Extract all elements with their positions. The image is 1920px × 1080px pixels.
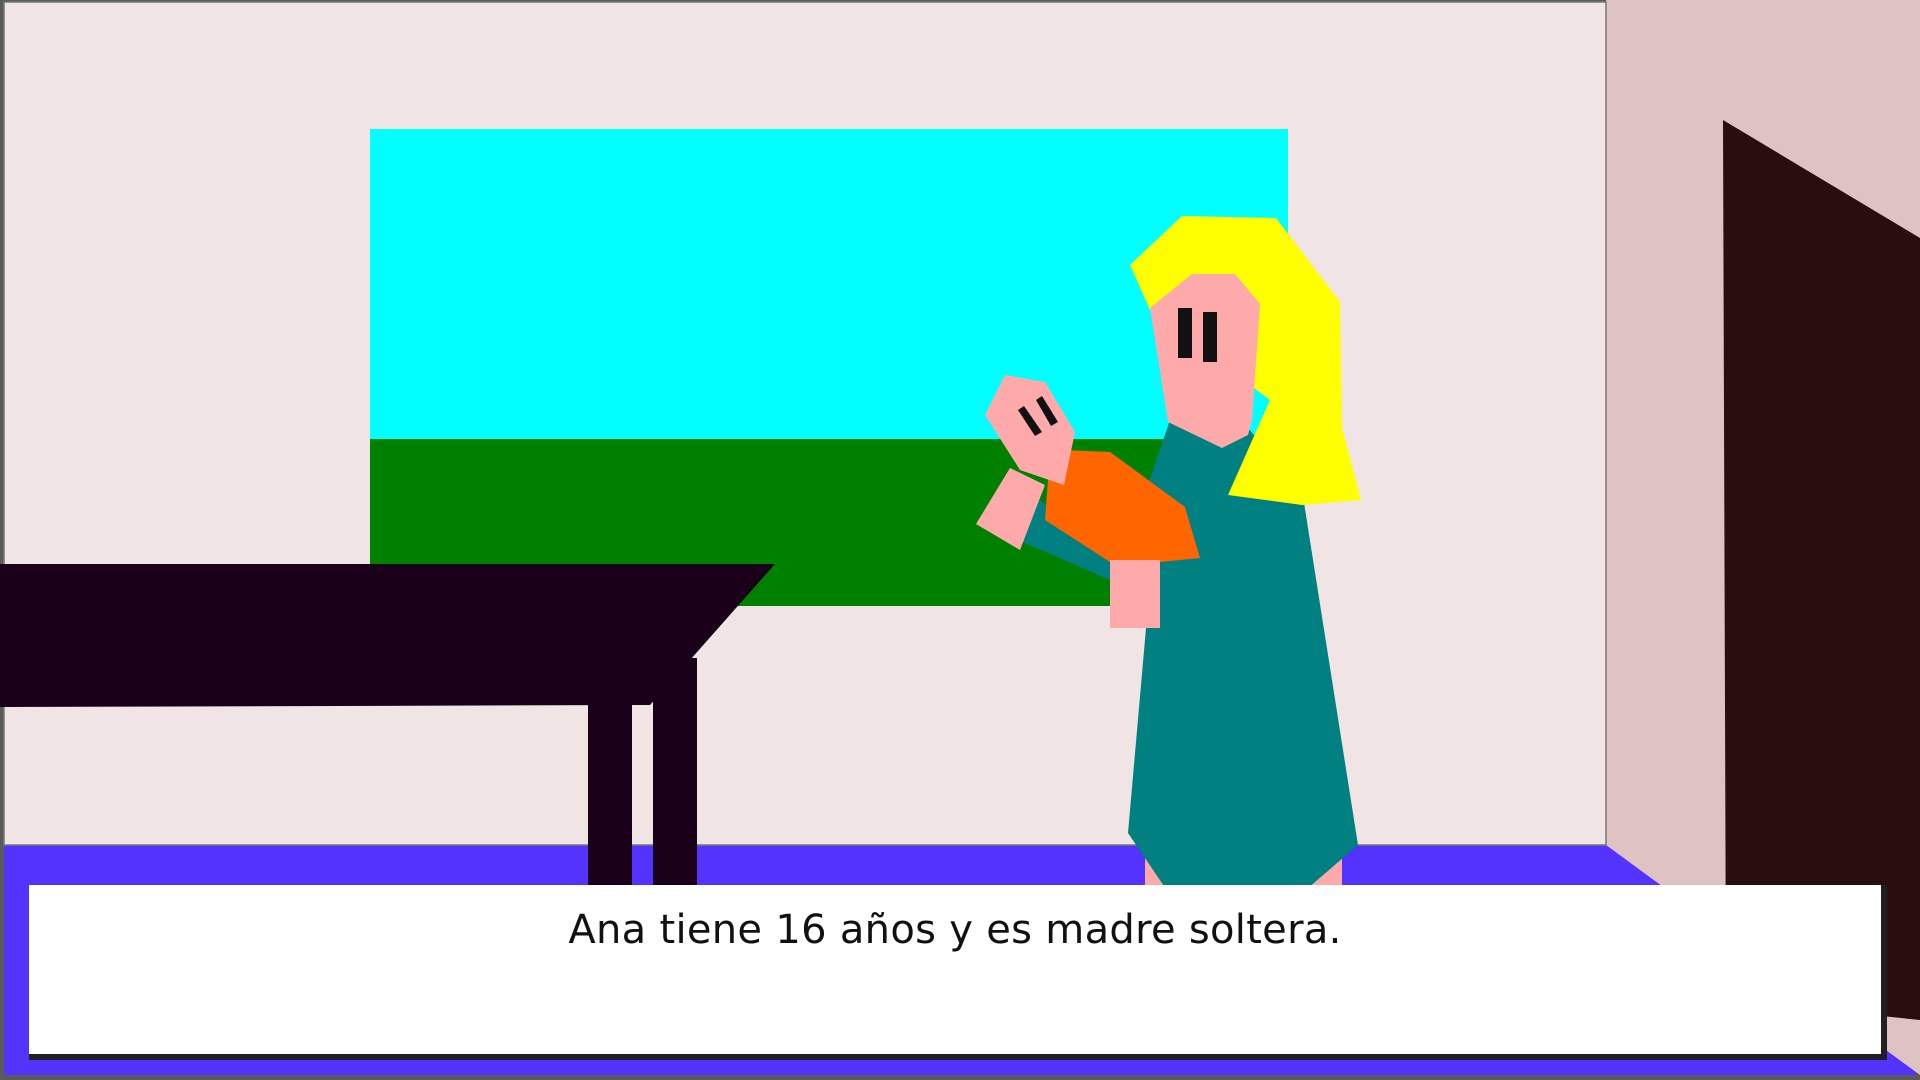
ana-hand — [1110, 560, 1160, 628]
ana-eye-left — [1178, 308, 1192, 358]
table-leg-left — [588, 705, 632, 905]
game-stage[interactable]: Ana tiene 16 años y es madre soltera. — [0, 0, 1920, 1080]
dialog-box[interactable]: Ana tiene 16 años y es madre soltera. — [29, 885, 1881, 1054]
ana-eye-right — [1203, 312, 1217, 362]
dialog-text: Ana tiene 16 años y es madre soltera. — [568, 907, 1342, 953]
table-leg-right — [653, 658, 697, 905]
